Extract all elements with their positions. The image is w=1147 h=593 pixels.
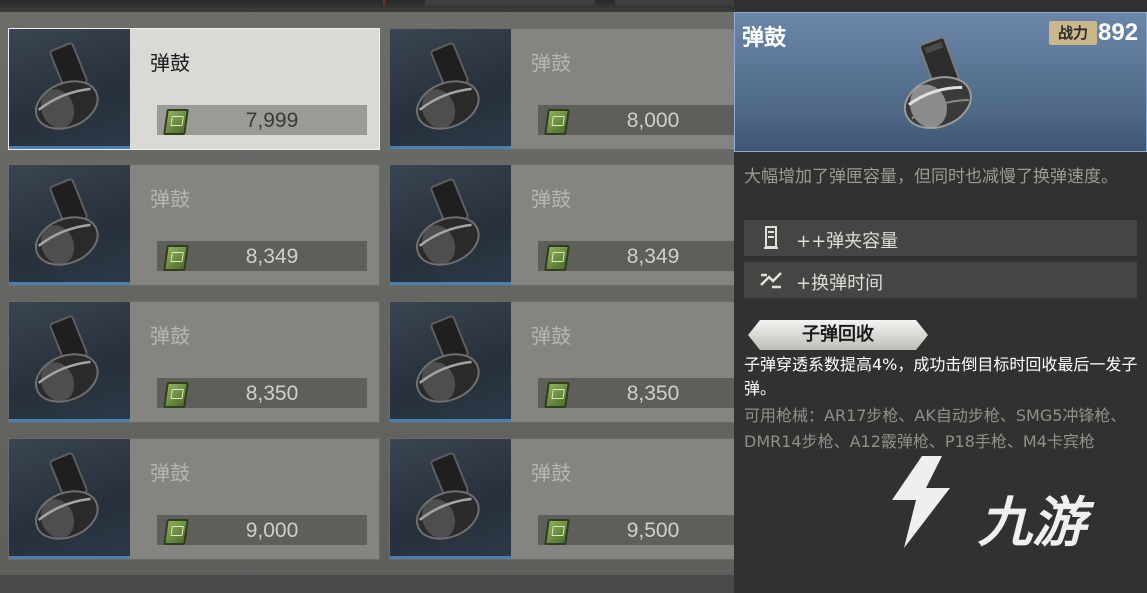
item-name: 弹鼓 — [150, 324, 190, 348]
drum-magazine-icon — [416, 452, 480, 540]
item-thumbnail — [9, 439, 130, 559]
item-price: 8,000 — [626, 109, 680, 132]
perk-tag: 子弹回收 — [748, 320, 928, 350]
item-thumbnail — [390, 302, 511, 422]
shop-item-card[interactable]: 弹鼓 8,349 — [389, 164, 761, 286]
item-thumbnail — [390, 29, 511, 149]
perk-description: 子弹穿透系数提高4%，成功击倒目标时回收最后一发子弹。 — [744, 355, 1138, 398]
item-price: 8,349 — [245, 245, 299, 268]
shop-item-card[interactable]: 弹鼓 8,349 — [8, 164, 380, 286]
power-badge: 战力 — [1049, 21, 1097, 45]
drum-magazine-icon — [416, 315, 480, 403]
shop-item-card[interactable]: 弹鼓 8,350 — [389, 301, 761, 423]
drum-magazine-icon — [416, 178, 480, 266]
shop-item-card[interactable]: 弹鼓 9,500 — [389, 438, 761, 560]
item-name: 弹鼓 — [531, 461, 571, 485]
item-price: 7,999 — [245, 109, 299, 132]
drum-magazine-icon — [35, 178, 99, 266]
detail-title: 弹鼓 — [742, 26, 787, 51]
attribute-row-capacity[interactable]: ++弹夹容量 — [744, 220, 1137, 256]
item-thumbnail — [390, 439, 511, 559]
attribute-label: ++弹夹容量 — [796, 231, 899, 252]
top-bar-tab — [425, 0, 595, 6]
item-thumbnail — [9, 165, 130, 285]
item-name: 弹鼓 — [531, 51, 571, 75]
watermark-text: 九游 — [978, 491, 1086, 554]
drum-magazine-icon — [35, 452, 99, 540]
item-name: 弹鼓 — [531, 324, 571, 348]
item-grid: 弹鼓 7,999 弹鼓 8,000 弹鼓 8,349 弹鼓 8,349 弹鼓 8… — [0, 12, 761, 593]
item-thumbnail — [390, 165, 511, 285]
item-price: 9,000 — [245, 519, 299, 542]
attribute-label: +换弹时间 — [796, 273, 884, 294]
drum-magazine-icon — [35, 42, 99, 130]
item-price: 9,500 — [626, 519, 680, 542]
top-bar-marker — [383, 0, 385, 6]
drum-magazine-icon — [416, 42, 480, 130]
item-name: 弹鼓 — [150, 461, 190, 485]
magazine-icon — [764, 226, 778, 249]
drum-magazine-icon — [35, 315, 99, 403]
item-price: 8,350 — [626, 382, 680, 405]
bottom-strip — [0, 575, 734, 593]
drum-magazine-icon — [903, 36, 972, 129]
top-bar-tab — [615, 0, 735, 6]
item-description: 大幅增加了弹匣容量，但同时也减慢了换弹速度。 — [744, 167, 1118, 187]
item-thumbnail — [9, 29, 130, 149]
item-name: 弹鼓 — [150, 51, 190, 75]
power-value: 892 — [1098, 19, 1139, 46]
attribute-row-reload[interactable]: +换弹时间 — [744, 262, 1137, 298]
item-price: 8,350 — [245, 382, 299, 405]
shop-item-card[interactable]: 弹鼓 8,000 — [389, 28, 761, 150]
shop-item-card[interactable]: 弹鼓 7,999 — [8, 28, 380, 150]
shop-item-card[interactable]: 弹鼓 8,350 — [8, 301, 380, 423]
item-thumbnail — [9, 302, 130, 422]
reload-icon — [760, 272, 782, 289]
shop-item-card[interactable]: 弹鼓 9,000 — [8, 438, 380, 560]
item-name: 弹鼓 — [150, 187, 190, 211]
item-price: 8,349 — [626, 245, 680, 268]
item-name: 弹鼓 — [531, 187, 571, 211]
